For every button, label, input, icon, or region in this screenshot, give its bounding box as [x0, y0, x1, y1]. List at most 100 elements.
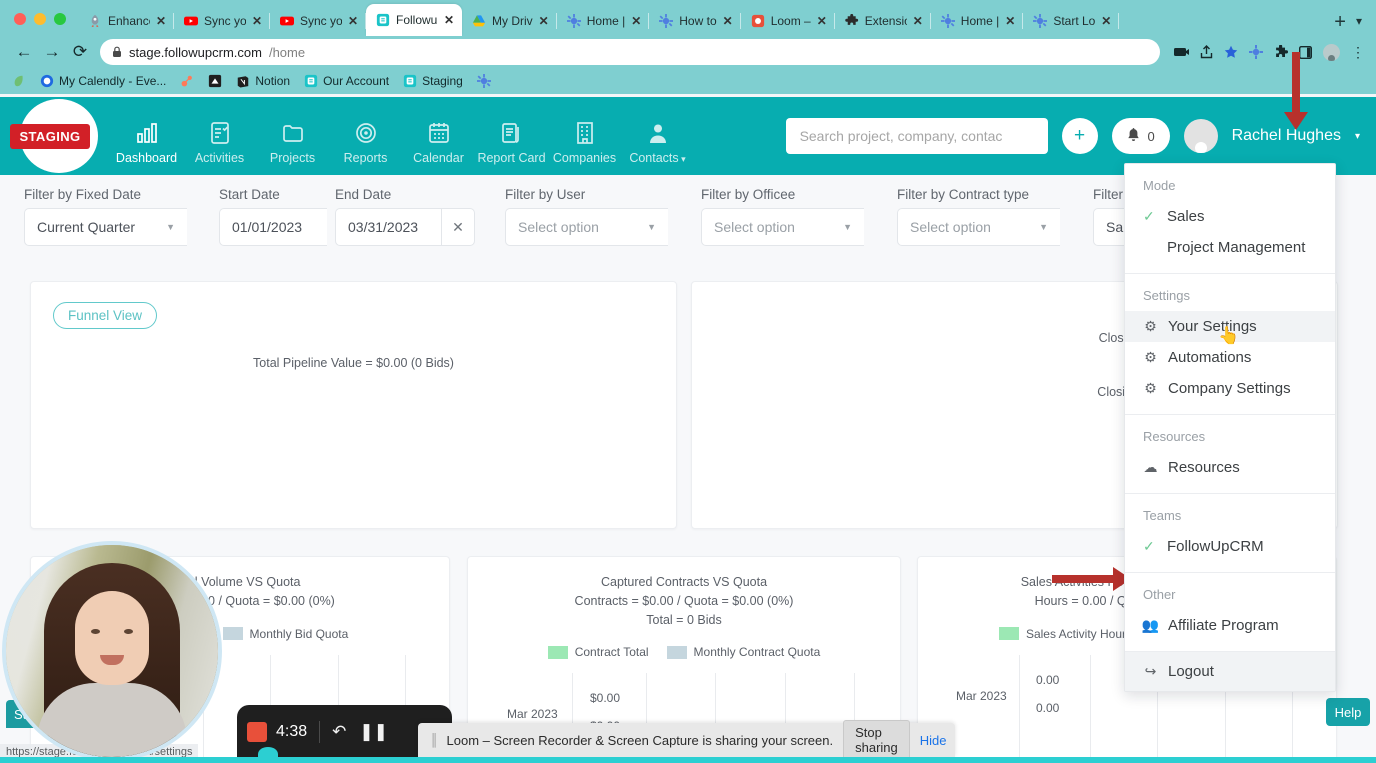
- drag-handle-icon[interactable]: ║: [430, 733, 438, 747]
- check-icon: ✓: [1143, 208, 1155, 224]
- bookmark-item[interactable]: Notion: [236, 74, 290, 88]
- bookmark-item[interactable]: My Calendly - Eve...: [40, 74, 166, 88]
- menu-item-resources[interactable]: ☁ Resources: [1125, 452, 1335, 483]
- webcam-bubble[interactable]: [2, 541, 222, 761]
- nav-item-calendar[interactable]: Calendar: [402, 108, 475, 165]
- stop-sharing-button[interactable]: Stop sharing: [843, 720, 910, 760]
- close-tab-icon[interactable]: ✕: [156, 15, 166, 27]
- help-button[interactable]: Help: [1326, 698, 1370, 726]
- bookmark-item[interactable]: Staging: [403, 74, 463, 88]
- close-tab-icon[interactable]: ✕: [631, 15, 641, 27]
- legend-item[interactable]: Contract Total: [547, 645, 649, 659]
- browser-tab[interactable]: My Driv ✕: [462, 6, 557, 36]
- side-panel-icon[interactable]: [1299, 45, 1312, 59]
- hide-sharing-bar-button[interactable]: Hide: [920, 733, 947, 748]
- menu-item-label: Your Settings: [1168, 318, 1257, 335]
- window-controls[interactable]: [0, 13, 78, 36]
- nav-item-projects[interactable]: Projects: [256, 108, 329, 165]
- chevron-down-icon[interactable]: ▼: [829, 222, 852, 232]
- back-button[interactable]: ←: [10, 38, 38, 66]
- bookmark-item[interactable]: [12, 74, 26, 88]
- pause-icon[interactable]: ❚❚: [359, 722, 388, 742]
- browser-tab[interactable]: Sync yo ✕: [174, 6, 270, 36]
- menu-item-sales[interactable]: ✓ Sales: [1125, 201, 1335, 232]
- screen-sharing-bar: ║ Loom – Screen Recorder & Screen Captur…: [418, 720, 955, 760]
- funnel-view-toggle[interactable]: Funnel View: [53, 302, 158, 329]
- close-tab-icon[interactable]: ✕: [1101, 15, 1111, 27]
- close-tab-icon[interactable]: ✕: [1005, 15, 1015, 27]
- browser-tab[interactable]: Home | ✕: [931, 6, 1024, 36]
- add-button[interactable]: +: [1061, 118, 1098, 154]
- browser-tab[interactable]: How to ✕: [649, 6, 742, 36]
- share-icon[interactable]: [1200, 45, 1213, 59]
- browser-tab[interactable]: Loom – ✕: [741, 6, 835, 36]
- chevron-down-icon[interactable]: ▼: [633, 222, 656, 232]
- legend-item[interactable]: Sales Activity Hours: [998, 627, 1132, 641]
- chevron-down-icon[interactable]: ▾: [1355, 131, 1360, 142]
- chevron-down-icon[interactable]: ▼: [1025, 222, 1048, 232]
- browser-tab[interactable]: Extensio ✕: [835, 6, 931, 36]
- menu-item-company-settings[interactable]: ⚙ Company Settings: [1125, 373, 1335, 404]
- avatar[interactable]: [1183, 119, 1218, 153]
- undo-arrow-icon[interactable]: ↶: [332, 722, 346, 742]
- date-input[interactable]: 01/01/2023: [219, 208, 327, 246]
- legend-item[interactable]: Monthly Bid Quota: [222, 627, 348, 641]
- select-control[interactable]: Select option ▼: [897, 208, 1060, 246]
- close-tab-icon[interactable]: ✕: [348, 15, 358, 27]
- nav-item-companies[interactable]: Companies: [548, 108, 621, 165]
- browser-tab[interactable]: Home | ✕: [557, 6, 650, 36]
- profile-avatar-icon[interactable]: [1323, 43, 1340, 61]
- menu-item-project-management[interactable]: Project Management: [1125, 232, 1335, 263]
- bookmark-item[interactable]: Our Account: [304, 74, 389, 88]
- chevron-down-icon[interactable]: ▼: [152, 222, 175, 232]
- maximize-window-icon[interactable]: [54, 13, 66, 25]
- filter-value: 03/31/2023: [348, 219, 419, 235]
- browser-tab-label: Sync yo: [300, 14, 342, 28]
- address-bar[interactable]: stage.followupcrm.com/home: [100, 39, 1160, 65]
- media-cast-icon[interactable]: [1174, 46, 1189, 58]
- browser-tab[interactable]: Enhance ✕: [78, 6, 174, 36]
- close-tab-icon[interactable]: ✕: [252, 15, 262, 27]
- close-window-icon[interactable]: [14, 13, 26, 25]
- bookmark-item[interactable]: [180, 74, 194, 88]
- nav-item-contacts[interactable]: Contacts: [621, 108, 694, 165]
- nav-item-reports[interactable]: Reports: [329, 108, 402, 165]
- total-pipeline-value: Total Pipeline Value = $0.00 (0 Bids): [253, 356, 454, 370]
- chevron-down-icon[interactable]: ▾: [1356, 14, 1376, 36]
- close-tab-icon[interactable]: ✕: [444, 14, 454, 26]
- close-tab-icon[interactable]: ✕: [913, 15, 923, 27]
- browser-tab[interactable]: Sync yo ✕: [270, 6, 366, 36]
- close-tab-icon[interactable]: ✕: [539, 15, 549, 27]
- notifications-button[interactable]: 0: [1111, 118, 1170, 154]
- gear-extension-icon[interactable]: [1249, 45, 1263, 59]
- date-input[interactable]: 03/31/2023: [335, 208, 441, 246]
- select-control[interactable]: Current Quarter ▼: [24, 208, 187, 246]
- clear-date-button[interactable]: ✕: [441, 208, 475, 246]
- browser-tab[interactable]: Start Lo ✕: [1023, 6, 1120, 36]
- menu-item-logout[interactable]: ↪ Logout: [1125, 652, 1335, 691]
- menu-item-automations[interactable]: ⚙ Automations: [1125, 342, 1335, 373]
- menu-item-affiliate-program[interactable]: 👥 Affiliate Program: [1125, 610, 1335, 641]
- close-tab-icon[interactable]: ✕: [817, 15, 827, 27]
- select-control[interactable]: Select option ▼: [505, 208, 668, 246]
- forward-button[interactable]: →: [38, 38, 66, 66]
- stop-recording-icon[interactable]: [247, 722, 267, 742]
- menu-item-followupcrm[interactable]: ✓ FollowUpCRM: [1125, 531, 1335, 562]
- select-control[interactable]: Select option ▼: [701, 208, 864, 246]
- browser-tab[interactable]: Followup ✕: [366, 4, 462, 36]
- nav-item-activities[interactable]: Activities: [183, 108, 256, 165]
- puzzle-extensions-icon[interactable]: [1274, 45, 1288, 59]
- nav-item-dashboard[interactable]: Dashboard: [110, 108, 183, 165]
- nav-item-report-card[interactable]: Report Card: [475, 108, 548, 165]
- search-input[interactable]: Search project, company, contac: [785, 118, 1048, 154]
- bookmark-item[interactable]: [476, 74, 491, 88]
- new-tab-button[interactable]: +: [1324, 12, 1356, 36]
- bookmark-star-icon[interactable]: [1224, 45, 1238, 59]
- minimize-window-icon[interactable]: [34, 13, 46, 25]
- close-tab-icon[interactable]: ✕: [723, 15, 733, 27]
- reload-button[interactable]: ⟳: [66, 38, 94, 66]
- kebab-menu-icon[interactable]: ⋮: [1351, 44, 1366, 59]
- app-logo[interactable]: STAGING: [0, 97, 98, 175]
- bookmark-item[interactable]: [208, 74, 222, 88]
- legend-item[interactable]: Monthly Contract Quota: [666, 645, 820, 659]
